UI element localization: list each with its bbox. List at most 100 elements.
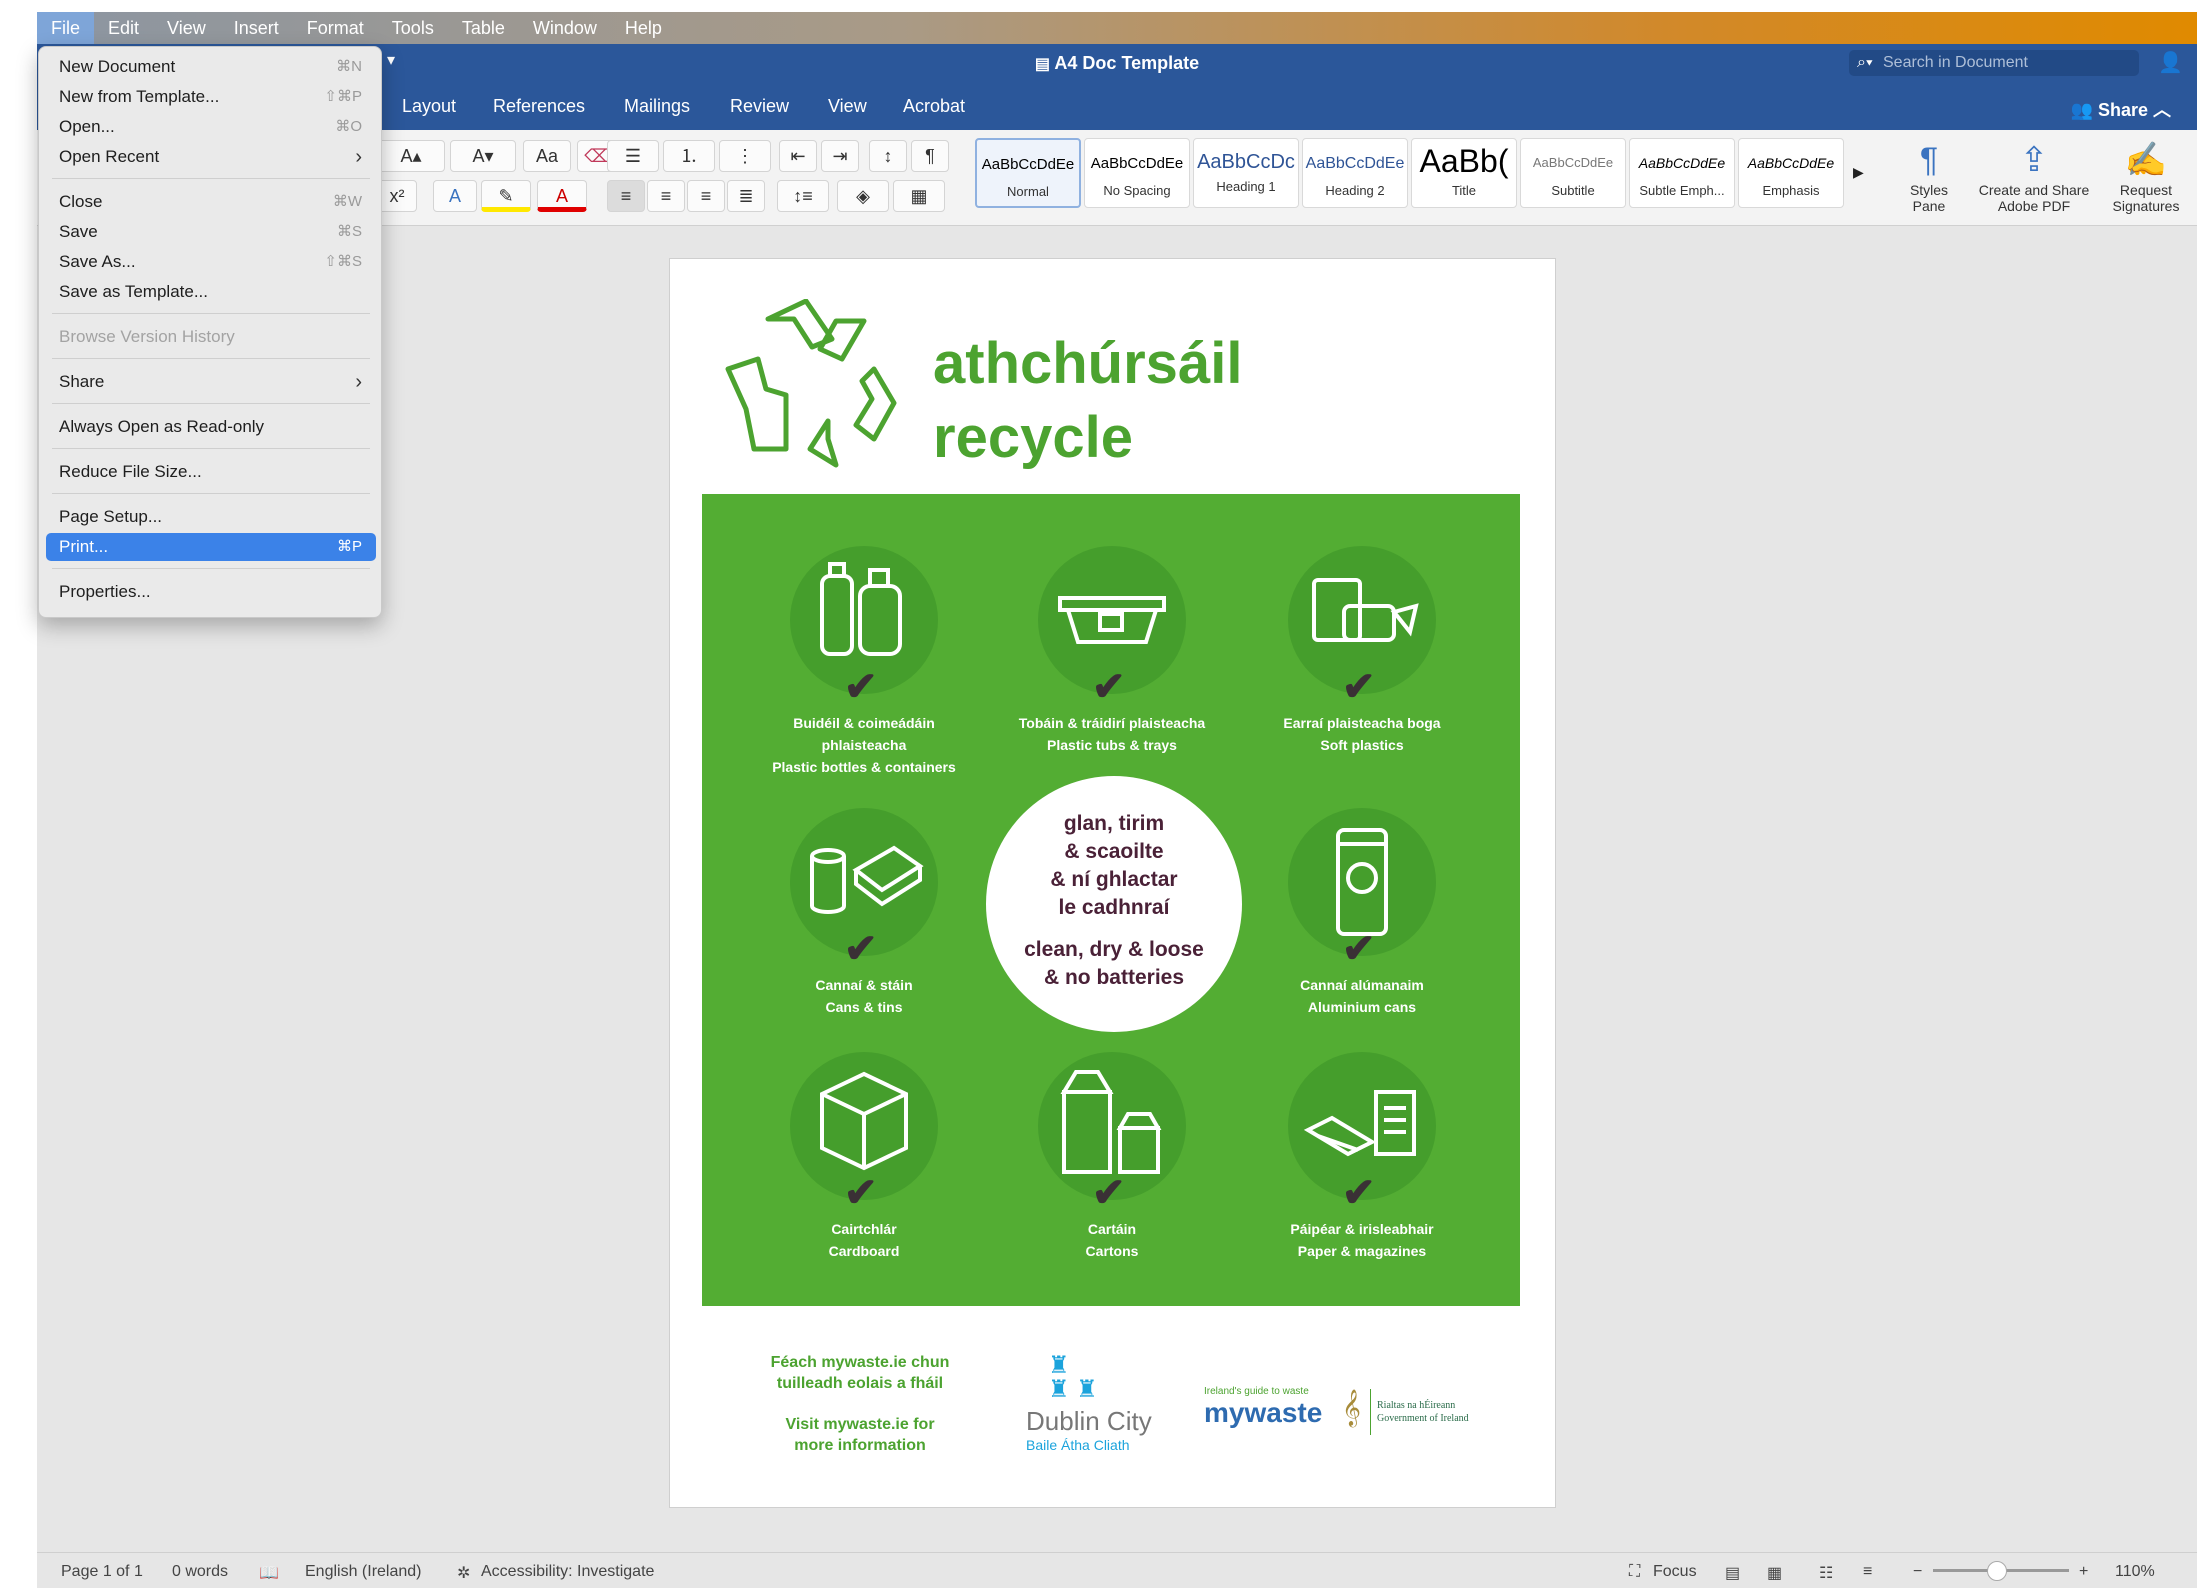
page-count[interactable]: Page 1 of 1 <box>61 1563 143 1581</box>
menu-item-open-recent[interactable]: Open Recent › <box>46 143 376 171</box>
menu-item-properties[interactable]: Properties... <box>46 578 376 606</box>
word-count[interactable]: 0 words <box>172 1563 228 1581</box>
heading-irish: athchúrsáil <box>933 331 1243 396</box>
share-label: Share <box>2097 100 2148 120</box>
menu-item-shortcut: ⇧⌘P <box>324 88 362 105</box>
caption-irish: Tobáin & tráidirí plaisteacha <box>1018 715 1206 731</box>
style-name: No Spacing <box>1103 183 1171 198</box>
menu-item-save-as[interactable]: Save As... ⇧⌘S <box>46 248 376 276</box>
style-heading-2[interactable]: AaBbCcDdEe Heading 2 <box>1302 138 1408 208</box>
styles-pane-button[interactable]: ¶ Styles Pane <box>1897 138 1961 214</box>
item-caption: Cannaí & stáin Cans & tins <box>739 974 989 1018</box>
menu-table[interactable]: Table <box>448 12 519 44</box>
menu-edit[interactable]: Edit <box>94 12 153 44</box>
document-icon: ▤ <box>1034 56 1055 73</box>
menu-item-label: Save <box>59 222 98 241</box>
font-color-icon[interactable]: A <box>537 180 587 212</box>
menu-insert[interactable]: Insert <box>220 12 293 44</box>
line-spacing-icon[interactable]: ↕≡ <box>777 180 829 212</box>
menu-item-new-from-template[interactable]: New from Template... ⇧⌘P <box>46 83 376 111</box>
outline-view-icon[interactable]: ☷ <box>1819 1563 1833 1583</box>
menu-separator <box>52 178 370 179</box>
menu-item-open[interactable]: Open... ⌘O <box>46 113 376 141</box>
increase-indent-icon[interactable]: ⇥ <box>821 140 859 172</box>
shading-icon[interactable]: ◈ <box>837 180 889 212</box>
menu-item-close[interactable]: Close ⌘W <box>46 188 376 216</box>
style-preview: AaBbCcDdEe <box>1747 155 1835 171</box>
highlight-icon[interactable]: ✎ <box>481 180 531 212</box>
shrink-font-button[interactable]: A▾ <box>450 140 516 172</box>
accessibility-status[interactable]: Accessibility: Investigate <box>481 1563 654 1581</box>
proofing-icon[interactable]: 📖 <box>259 1563 279 1583</box>
zoom-level[interactable]: 110% <box>2115 1563 2155 1581</box>
sort-icon[interactable]: ↕ <box>869 140 907 172</box>
menu-item-label: Reduce File Size... <box>59 462 202 481</box>
bullets-icon[interactable]: ☰ <box>607 140 659 172</box>
menu-format[interactable]: Format <box>293 12 378 44</box>
menu-window[interactable]: Window <box>519 12 611 44</box>
borders-icon[interactable]: ▦ <box>893 180 945 212</box>
style-heading-1[interactable]: AaBbCcDc Heading 1 <box>1193 138 1299 208</box>
menu-item-label: Always Open as Read-only <box>59 417 265 436</box>
menu-help[interactable]: Help <box>611 12 676 44</box>
submenu-arrow-icon: › <box>355 371 362 393</box>
tab-view[interactable]: View <box>828 96 867 117</box>
zoom-out-icon[interactable]: − <box>1913 1563 1922 1581</box>
collapse-ribbon-icon[interactable]: ︿ <box>2153 100 2171 120</box>
create-adobe-pdf-button[interactable]: ⇪ Create and Share Adobe PDF <box>1969 138 2099 214</box>
tab-acrobat[interactable]: Acrobat <box>903 96 965 117</box>
decrease-indent-icon[interactable]: ⇤ <box>779 140 817 172</box>
user-icon[interactable]: 👤 <box>2158 50 2183 75</box>
share-button[interactable]: 👥 Share ︿ <box>2071 96 2171 122</box>
language-status[interactable]: English (Ireland) <box>305 1563 422 1581</box>
menu-item-always-open-read-only[interactable]: Always Open as Read-only <box>46 413 376 441</box>
web-layout-icon[interactable]: ▦ <box>1767 1563 1782 1583</box>
style-title[interactable]: AaBb(Title <box>1411 138 1517 208</box>
multilevel-list-icon[interactable]: ⋮ <box>719 140 771 172</box>
print-layout-icon[interactable]: ▤ <box>1725 1563 1740 1583</box>
show-formatting-icon[interactable]: ¶ <box>911 140 949 172</box>
menu-item-save-as-template[interactable]: Save as Template... <box>46 278 376 306</box>
menu-item-print[interactable]: Print... ⌘P <box>46 533 376 561</box>
item-caption: Páipéar & irisleabhair Paper & magazines <box>1237 1218 1487 1262</box>
menu-view[interactable]: View <box>153 12 220 44</box>
style-name: Subtitle <box>1551 183 1595 198</box>
request-signatures-button[interactable]: ✍ Request Signatures <box>2101 138 2191 214</box>
style-no-spacing[interactable]: AaBbCcDdEe No Spacing <box>1084 138 1190 208</box>
style-normal[interactable]: AaBbCcDdEe Normal <box>975 138 1081 208</box>
menu-item-new-document[interactable]: New Document ⌘N <box>46 53 376 81</box>
superscript-button[interactable]: x² <box>377 180 417 212</box>
align-left-icon[interactable]: ≡ <box>607 180 645 212</box>
caption-english: Aluminium cans <box>1307 999 1417 1015</box>
menu-item-label: Page Setup... <box>59 507 163 526</box>
numbering-icon[interactable]: ⒈ <box>663 140 715 172</box>
search-input[interactable]: ⌕▾ Search in Document <box>1849 50 2139 76</box>
focus-button[interactable]: Focus <box>1653 1563 1697 1581</box>
gallery-scroll-arrow-icon[interactable]: ▶ <box>1853 164 1864 181</box>
style-emphasis[interactable]: AaBbCcDdEe Emphasis <box>1738 138 1844 208</box>
menu-item-share[interactable]: Share › <box>46 368 376 396</box>
menu-item-save[interactable]: Save ⌘S <box>46 218 376 246</box>
justify-icon[interactable]: ≣ <box>727 180 765 212</box>
align-center-icon[interactable]: ≡ <box>647 180 685 212</box>
zoom-in-icon[interactable]: + <box>2079 1563 2088 1581</box>
dublin-city-irish: Baile Átha Cliath <box>1026 1437 1130 1453</box>
tab-review[interactable]: Review <box>730 96 789 117</box>
text-effects-icon[interactable]: A <box>433 180 477 212</box>
style-subtle-emphasis[interactable]: AaBbCcDdEe Subtle Emph... <box>1629 138 1735 208</box>
zoom-slider-thumb[interactable] <box>1987 1561 2007 1581</box>
grow-font-button[interactable]: A▴ <box>377 140 445 172</box>
menu-file[interactable]: File <box>37 12 95 44</box>
style-subtitle[interactable]: AaBbCcDdEe Subtitle <box>1520 138 1626 208</box>
menu-item-reduce-file-size[interactable]: Reduce File Size... <box>46 458 376 486</box>
tab-mailings[interactable]: Mailings <box>624 96 690 117</box>
change-case-button[interactable]: Aa <box>523 140 571 172</box>
poster-footer: Féach mywaste.ie chun tuilleadh eolais a… <box>670 1334 1557 1484</box>
tab-references[interactable]: References <box>493 96 585 117</box>
menu-tools[interactable]: Tools <box>378 12 448 44</box>
align-right-icon[interactable]: ≡ <box>687 180 725 212</box>
document-page[interactable]: athchúrsáil recycle ✔ Buidéil & coimeádá… <box>669 258 1556 1508</box>
draft-view-icon[interactable]: ≡ <box>1863 1563 1872 1581</box>
tab-layout[interactable]: Layout <box>402 96 456 117</box>
menu-item-page-setup[interactable]: Page Setup... <box>46 503 376 531</box>
